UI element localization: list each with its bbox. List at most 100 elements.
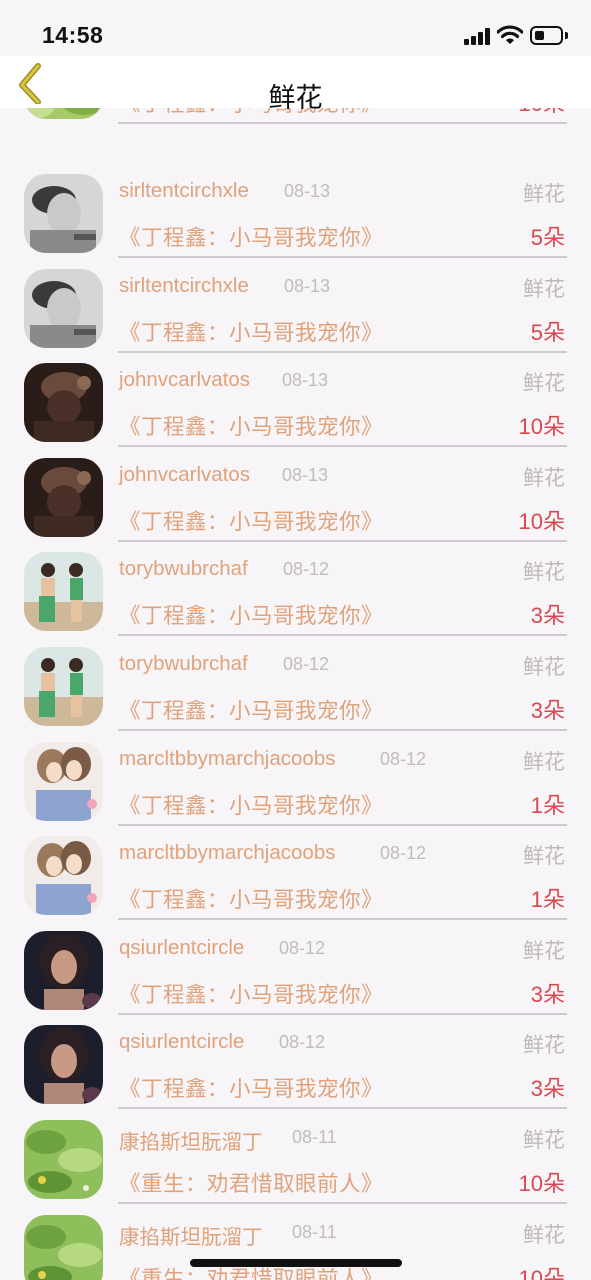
item-flower-count: 3朵 bbox=[530, 1076, 565, 1102]
list-item[interactable]: marcltbbymarchjacoobs 08-12 鲜花 《丁程鑫：小马哥我… bbox=[0, 836, 591, 931]
item-flower-count: 10朵 bbox=[518, 1265, 565, 1280]
list-item[interactable]: marcltbbymarchjacoobs 08-12 鲜花 《丁程鑫：小马哥我… bbox=[0, 741, 591, 837]
status-bar: 14:58 bbox=[0, 0, 591, 56]
item-book-title[interactable]: 《丁程鑫：小马哥我宠你》 bbox=[119, 883, 383, 914]
anime-couple-avatar[interactable] bbox=[24, 836, 103, 916]
item-divider bbox=[118, 729, 567, 731]
beach-couple-avatar[interactable] bbox=[24, 552, 103, 632]
anime-couple-avatar[interactable] bbox=[24, 741, 103, 821]
list-item[interactable]: sirltentcirchxle 08-13 鲜花 《丁程鑫：小马哥我宠你》 5… bbox=[0, 268, 591, 364]
list-item[interactable]: sirltentcirchxle 08-13 鲜花 《丁程鑫：小马哥我宠你》 5… bbox=[0, 174, 591, 269]
item-book-title[interactable]: 《丁程鑫：小马哥我宠你》 bbox=[119, 316, 383, 347]
flower-gift-list[interactable]: 《丁程鑫：小马哥我宠你》 10朵 sirltentcirchxle 08-13 … bbox=[0, 108, 591, 1280]
item-gift-type: 鲜花 bbox=[523, 1223, 565, 1247]
item-book-title[interactable]: 《重生：劝君惜取眼前人》 bbox=[119, 1167, 383, 1198]
item-gift-type: 鲜花 bbox=[523, 845, 565, 869]
list-item[interactable]: torybwubrchaf 08-12 鲜花 《丁程鑫：小马哥我宠你》 3朵 bbox=[0, 647, 591, 742]
status-time: 14:58 bbox=[42, 22, 104, 48]
item-username: johnvcarlvatos bbox=[119, 368, 251, 392]
item-gift-type: 鲜花 bbox=[523, 1129, 565, 1152]
battery-icon bbox=[530, 26, 568, 45]
page-title: 鲜花 bbox=[268, 83, 323, 113]
list-item[interactable]: torybwubrchaf 08-12 鲜花 《丁程鑫：小马哥我宠你》 3朵 bbox=[0, 552, 591, 647]
item-date: 08-12 bbox=[283, 559, 330, 580]
item-flower-count: 1朵 bbox=[530, 792, 565, 818]
item-flower-count: 3朵 bbox=[530, 603, 565, 629]
item-divider bbox=[118, 1107, 567, 1110]
item-username: sirltentcirchxle bbox=[119, 179, 249, 202]
item-date: 08-13 bbox=[284, 275, 331, 296]
item-book-title[interactable]: 《丁程鑫：小马哥我宠你》 bbox=[119, 410, 383, 441]
item-date: 08-11 bbox=[292, 1127, 337, 1147]
item-gift-type: 鲜花 bbox=[523, 1034, 565, 1058]
item-book-title[interactable]: 《丁程鑫：小马哥我宠你》 bbox=[119, 1072, 383, 1103]
item-divider bbox=[118, 823, 567, 826]
item-divider bbox=[118, 918, 567, 921]
list-item[interactable]: 康掐斯坦朊溜丁 08-11 鲜花 《重生：劝君惜取眼前人》 10朵 bbox=[0, 1214, 591, 1280]
item-username: johnvcarlvatos bbox=[119, 462, 251, 486]
beach-couple-avatar[interactable] bbox=[24, 647, 103, 726]
item-date: 08-12 bbox=[380, 843, 427, 864]
item-divider bbox=[118, 122, 567, 124]
item-date: 08-12 bbox=[380, 748, 427, 769]
woman-portrait-avatar[interactable] bbox=[24, 1025, 103, 1105]
item-date: 08-13 bbox=[282, 464, 329, 485]
item-flower-count: 10朵 bbox=[518, 508, 565, 534]
item-username: sirltentcirchxle bbox=[119, 273, 249, 297]
item-divider bbox=[118, 1202, 567, 1204]
item-divider bbox=[118, 1012, 567, 1015]
item-gift-type: 鲜花 bbox=[523, 656, 565, 679]
wifi-icon bbox=[497, 25, 523, 44]
item-flower-count: 1朵 bbox=[530, 887, 565, 913]
item-username: 康掐斯坦朊溜丁 bbox=[119, 1225, 263, 1249]
item-divider bbox=[118, 256, 567, 258]
leaves-avatar[interactable] bbox=[24, 1120, 103, 1199]
list-item[interactable]: johnvcarlvatos 08-13 鲜花 《丁程鑫：小马哥我宠你》 10朵 bbox=[0, 363, 591, 458]
item-book-title[interactable]: 《丁程鑫：小马哥我宠你》 bbox=[119, 789, 383, 820]
item-book-title[interactable]: 《丁程鑫：小马哥我宠你》 bbox=[119, 694, 383, 725]
item-flower-count: 5朵 bbox=[530, 225, 565, 250]
item-username: 康掐斯坦朊溜丁 bbox=[119, 1131, 263, 1154]
item-book-title[interactable]: 《丁程鑫：小马哥我宠你》 bbox=[119, 505, 383, 536]
item-book-title[interactable]: 《丁程鑫：小马哥我宠你》 bbox=[119, 221, 383, 252]
item-book-title[interactable]: 《丁程鑫：小马哥我宠你》 bbox=[119, 599, 383, 630]
item-gift-type: 鲜花 bbox=[523, 277, 565, 301]
list-item[interactable]: qsiurlentcircle 08-12 鲜花 《丁程鑫：小马哥我宠你》 3朵 bbox=[0, 930, 591, 1026]
item-gift-type: 鲜花 bbox=[523, 372, 565, 396]
woman-portrait-avatar[interactable] bbox=[24, 930, 103, 1010]
list-item[interactable]: qsiurlentcircle 08-12 鲜花 《丁程鑫：小马哥我宠你》 3朵 bbox=[0, 1025, 591, 1120]
cellular-signal-icon bbox=[464, 28, 491, 45]
item-flower-count: 10朵 bbox=[518, 414, 565, 440]
bw-portrait-avatar[interactable] bbox=[24, 268, 103, 348]
item-date: 08-11 bbox=[292, 1221, 337, 1242]
item-date: 08-12 bbox=[283, 654, 330, 674]
item-date: 08-12 bbox=[279, 1032, 326, 1053]
item-flower-count: 10朵 bbox=[518, 1171, 565, 1196]
nav-bar: 鲜花 bbox=[0, 56, 591, 113]
item-divider bbox=[118, 634, 567, 637]
soldier-avatar[interactable] bbox=[24, 363, 103, 443]
item-book-title[interactable]: 《丁程鑫：小马哥我宠你》 bbox=[119, 978, 383, 1009]
soldier-avatar[interactable] bbox=[24, 457, 103, 537]
bw-portrait-avatar[interactable] bbox=[24, 174, 103, 253]
item-gift-type: 鲜花 bbox=[523, 183, 565, 206]
item-username: marcltbbymarchjacoobs bbox=[119, 841, 336, 865]
home-indicator[interactable] bbox=[190, 1259, 402, 1267]
item-username: qsiurlentcircle bbox=[119, 1030, 245, 1054]
item-username: marcltbbymarchjacoobs bbox=[119, 746, 336, 770]
list-item[interactable]: 康掐斯坦朊溜丁 08-11 鲜花 《重生：劝君惜取眼前人》 10朵 bbox=[0, 1120, 591, 1215]
item-username: qsiurlentcircle bbox=[119, 935, 245, 959]
item-divider bbox=[118, 445, 567, 448]
item-date: 08-13 bbox=[284, 181, 331, 201]
item-gift-type: 鲜花 bbox=[523, 939, 565, 963]
item-username: torybwubrchaf bbox=[119, 652, 248, 675]
item-flower-count: 3朵 bbox=[530, 981, 565, 1007]
item-gift-type: 鲜花 bbox=[523, 466, 565, 490]
list-item[interactable]: johnvcarlvatos 08-13 鲜花 《丁程鑫：小马哥我宠你》 10朵 bbox=[0, 457, 591, 553]
item-divider bbox=[118, 539, 567, 542]
leaves-avatar[interactable] bbox=[24, 1214, 103, 1280]
item-date: 08-13 bbox=[282, 370, 329, 391]
item-divider bbox=[118, 350, 567, 353]
item-gift-type: 鲜花 bbox=[523, 750, 565, 774]
item-date: 08-12 bbox=[279, 937, 326, 958]
